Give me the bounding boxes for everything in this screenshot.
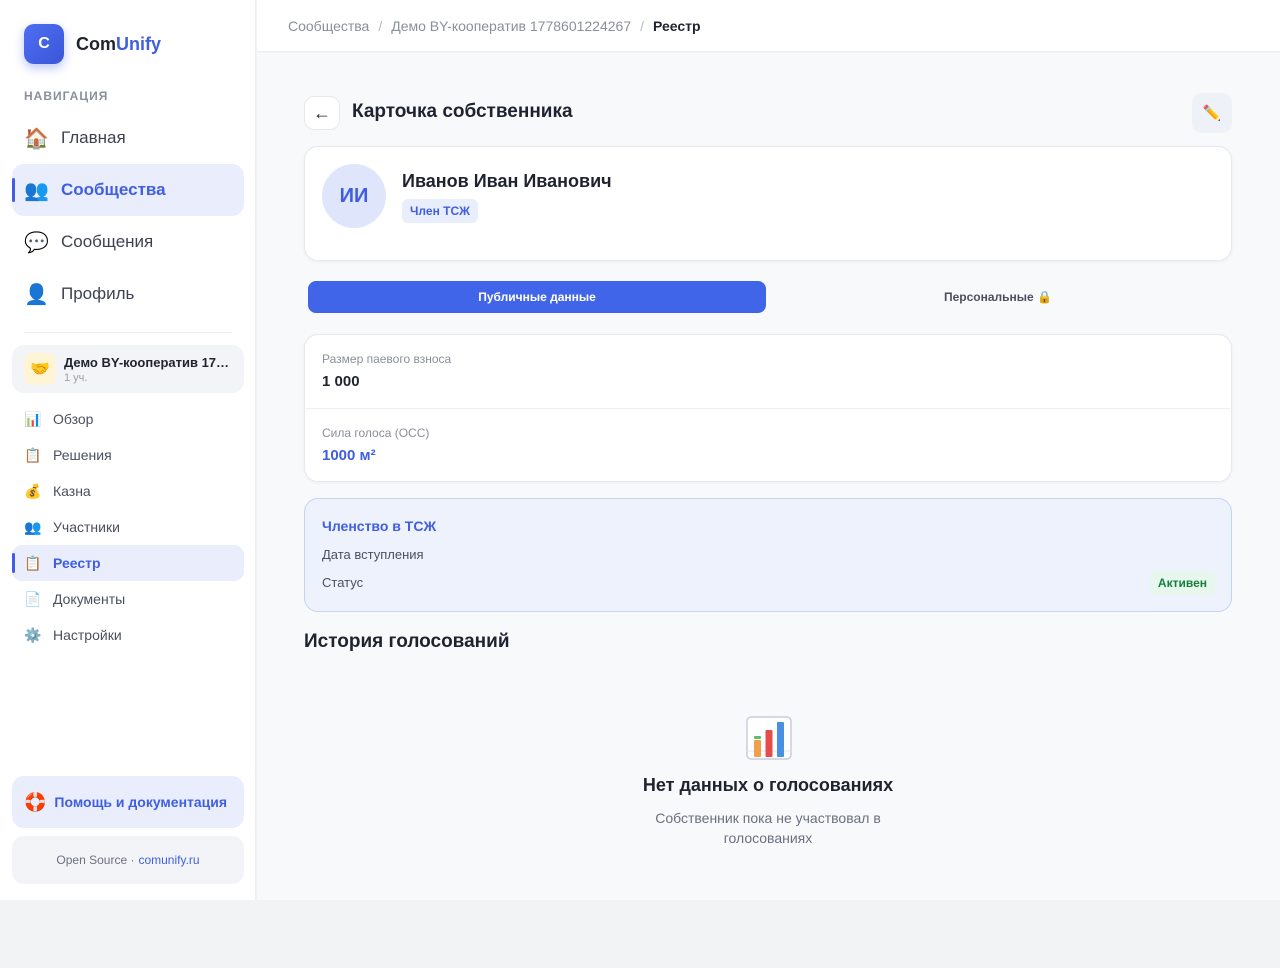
voting-history-title: История голосований <box>304 631 510 652</box>
share-contribution-label: Размер паевого взноса <box>322 352 452 366</box>
nav-item-communities[interactable]: 👥 Сообщества <box>12 164 244 216</box>
sidebar-item-label: Настройки <box>53 627 122 643</box>
join-date-label: Дата вступления <box>322 547 424 562</box>
community-info: Демо BY-кооператив 1778601224267 1 уч. <box>64 355 234 384</box>
community-nav: 📊 Обзор 📋 Решения 💰 Казна 👥 Участники 📋 … <box>12 401 244 653</box>
nav-item-label: Сообщения <box>61 232 154 251</box>
tab-personal-data[interactable]: Персональные 🔒 <box>769 281 1227 313</box>
bar-chart-icon: 📊 <box>24 410 42 427</box>
pencil-icon: ✏️ <box>1202 105 1222 122</box>
bar-chart-icon <box>746 716 792 760</box>
nav-item-home[interactable]: 🏠 Главная <box>12 112 244 164</box>
gear-icon: ⚙️ <box>24 626 42 643</box>
breadcrumb-separator: / <box>640 17 644 34</box>
membership-title: Членство в ТСЖ <box>322 518 437 534</box>
share-contribution-value: 1 000 <box>322 373 360 390</box>
document-icon: 📄 <box>24 590 42 607</box>
breadcrumb: Сообщества / Демо BY-кооператив 17786012… <box>257 0 1280 52</box>
status-badge: Активен <box>1149 571 1215 595</box>
handshake-icon: 🤝 <box>24 353 56 385</box>
footer-text: Open Source · <box>56 853 135 867</box>
breadcrumb-item-communities[interactable]: Сообщества <box>288 18 369 34</box>
page-title: Карточка собственника <box>352 101 573 122</box>
people-icon: 👥 <box>24 518 42 535</box>
help-docs-label: Помощь и документация <box>54 794 228 810</box>
breadcrumb-current: Реестр <box>653 17 701 34</box>
sidebar-divider <box>24 332 232 333</box>
help-docs-button[interactable]: 🛟 Помощь и документация <box>12 776 244 828</box>
membership-card: Членство в ТСЖ Дата вступления Статус Ак… <box>304 498 1232 612</box>
vote-weight-label: Сила голоса (ОСС) <box>322 426 430 440</box>
nav-heading: НАВИГАЦИЯ <box>24 89 109 103</box>
edit-button[interactable]: ✏️ <box>1192 93 1232 133</box>
sidebar-item-registry[interactable]: 📋 Реестр <box>12 545 244 581</box>
vote-weight-value: 1000 м² <box>322 447 376 464</box>
public-data-card: Размер паевого взноса 1 000 Сила голоса … <box>304 334 1232 482</box>
sidebar: C ComUnify НАВИГАЦИЯ 🏠 Главная 👥 Сообщес… <box>0 0 256 900</box>
money-bag-icon: 💰 <box>24 482 42 499</box>
community-member-count: 1 уч. <box>64 371 88 384</box>
sidebar-item-label: Документы <box>53 591 126 607</box>
sidebar-item-label: Реестр <box>53 555 101 571</box>
owner-name: Иванов Иван Иванович <box>402 171 612 191</box>
app-name: ComUnify <box>76 34 161 55</box>
nav-item-label: Профиль <box>61 284 135 303</box>
footer-link[interactable]: comunify.ru <box>138 853 199 867</box>
app-name-part1: Com <box>76 33 116 54</box>
tab-public-data[interactable]: Публичные данные <box>308 281 766 313</box>
avatar: ИИ <box>322 164 386 228</box>
back-button[interactable]: ← <box>304 96 340 130</box>
sidebar-item-decisions[interactable]: 📋 Решения <box>12 437 244 473</box>
logo-mark: C <box>24 24 64 64</box>
breadcrumb-separator: / <box>378 17 383 34</box>
nav-item-messages[interactable]: 💬 Сообщения <box>12 216 244 268</box>
community-switcher[interactable]: 🤝 Демо BY-кооператив 1778601224267 1 уч. <box>12 345 244 393</box>
main-content: ← Карточка собственника ✏️ ИИ Иванов Ива… <box>257 53 1280 900</box>
breadcrumb-item-community[interactable]: Демо BY-кооператив 1778601224267 <box>391 18 631 34</box>
sidebar-item-settings[interactable]: ⚙️ Настройки <box>12 617 244 653</box>
empty-state-description: Собственник пока не участвовал в голосов… <box>655 810 881 846</box>
nav-item-label: Главная <box>61 128 126 147</box>
sidebar-item-overview[interactable]: 📊 Обзор <box>12 401 244 437</box>
role-badge: Член ТСЖ <box>402 199 478 223</box>
status-label: Статус <box>322 575 364 590</box>
sidebar-item-label: Казна <box>53 483 91 499</box>
nav-item-label: Сообщества <box>61 180 166 199</box>
app-logo[interactable]: C ComUnify <box>24 24 161 64</box>
sidebar-item-members[interactable]: 👥 Участники <box>12 509 244 545</box>
nav-item-profile[interactable]: 👤 Профиль <box>12 268 244 320</box>
people-icon: 👥 <box>24 179 49 202</box>
sidebar-footer: Open Source · comunify.ru <box>12 836 244 884</box>
sidebar-item-label: Решения <box>53 447 112 463</box>
sidebar-item-documents[interactable]: 📄 Документы <box>12 581 244 617</box>
sidebar-item-label: Участники <box>53 519 120 535</box>
house-icon: 🏠 <box>24 127 49 150</box>
clipboard-icon: 📋 <box>24 554 42 571</box>
community-name: Демо BY-кооператив 1778601224267 <box>64 354 234 370</box>
empty-state-title: Нет данных о голосованиях <box>642 775 894 795</box>
speech-bubble-icon: 💬 <box>24 231 49 254</box>
owner-card: ИИ Иванов Иван Иванович Член ТСЖ <box>304 146 1232 261</box>
person-icon: 👤 <box>24 283 49 306</box>
main-nav: 🏠 Главная 👥 Сообщества 💬 Сообщения 👤 Про… <box>12 112 244 320</box>
sidebar-item-treasury[interactable]: 💰 Казна <box>12 473 244 509</box>
vote-weight-row: Сила голоса (ОСС) 1000 м² <box>305 408 1231 481</box>
clipboard-icon: 📋 <box>24 446 42 463</box>
arrow-left-icon: ← <box>313 102 331 123</box>
app-name-part2: Unify <box>116 33 161 54</box>
lifebuoy-icon: 🛟 <box>24 791 47 812</box>
sidebar-item-label: Обзор <box>53 411 94 427</box>
share-contribution-row: Размер паевого взноса 1 000 <box>305 335 1231 408</box>
